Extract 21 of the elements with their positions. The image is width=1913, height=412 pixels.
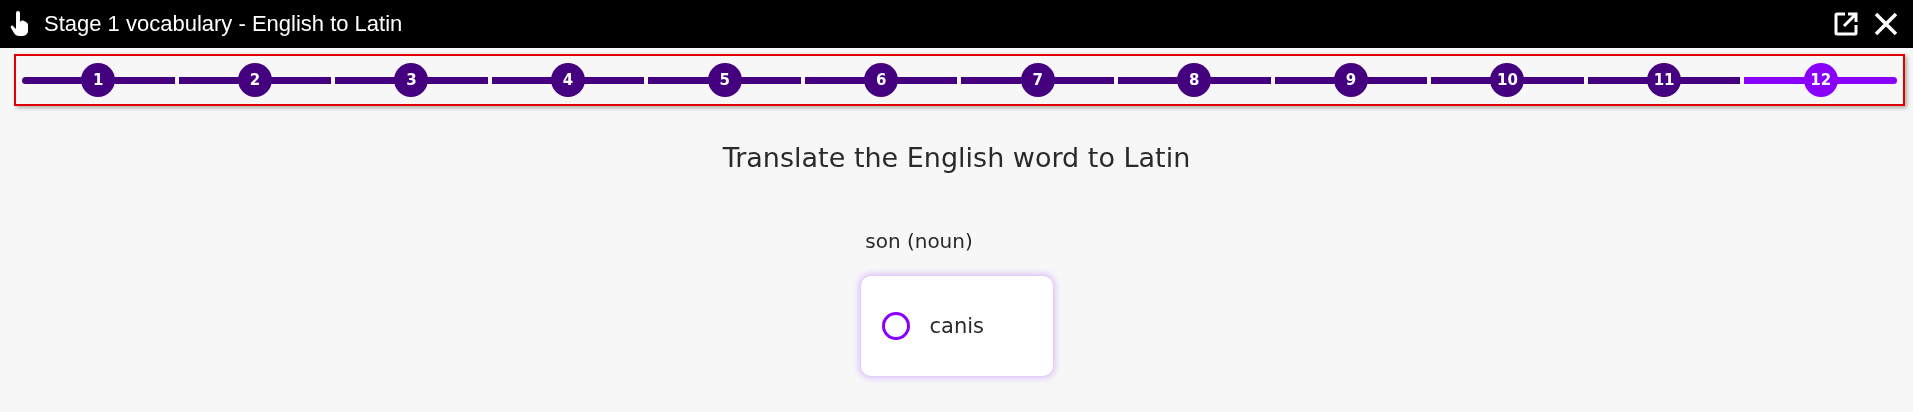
radio-button[interactable] <box>881 312 910 340</box>
step-button[interactable]: 4 <box>551 63 585 97</box>
close-button[interactable] <box>1873 11 1899 37</box>
instruction-heading: Translate the English word to Latin <box>722 142 1191 173</box>
english-word: son (noun) <box>865 229 973 253</box>
step-button[interactable]: 8 <box>1177 63 1212 97</box>
step-button[interactable]: 3 <box>394 63 429 97</box>
step-button[interactable]: 12 <box>1803 63 1838 97</box>
step-button[interactable]: 7 <box>1020 63 1055 97</box>
step-button[interactable]: 11 <box>1647 63 1682 97</box>
step-button[interactable]: 9 <box>1333 63 1368 97</box>
option-label: canis <box>929 314 984 338</box>
open-external-button[interactable] <box>1833 11 1859 37</box>
answer-option[interactable]: canis <box>860 276 1053 376</box>
pointing-hand-icon <box>10 11 30 37</box>
step-button[interactable]: 10 <box>1490 63 1525 97</box>
window-title: Stage 1 vocabulary - English to Latin <box>44 11 404 37</box>
step-button[interactable]: 2 <box>237 63 272 97</box>
step-button[interactable]: 5 <box>707 63 742 97</box>
step-button[interactable]: 6 <box>864 63 899 97</box>
step-button[interactable]: 1 <box>81 63 116 97</box>
